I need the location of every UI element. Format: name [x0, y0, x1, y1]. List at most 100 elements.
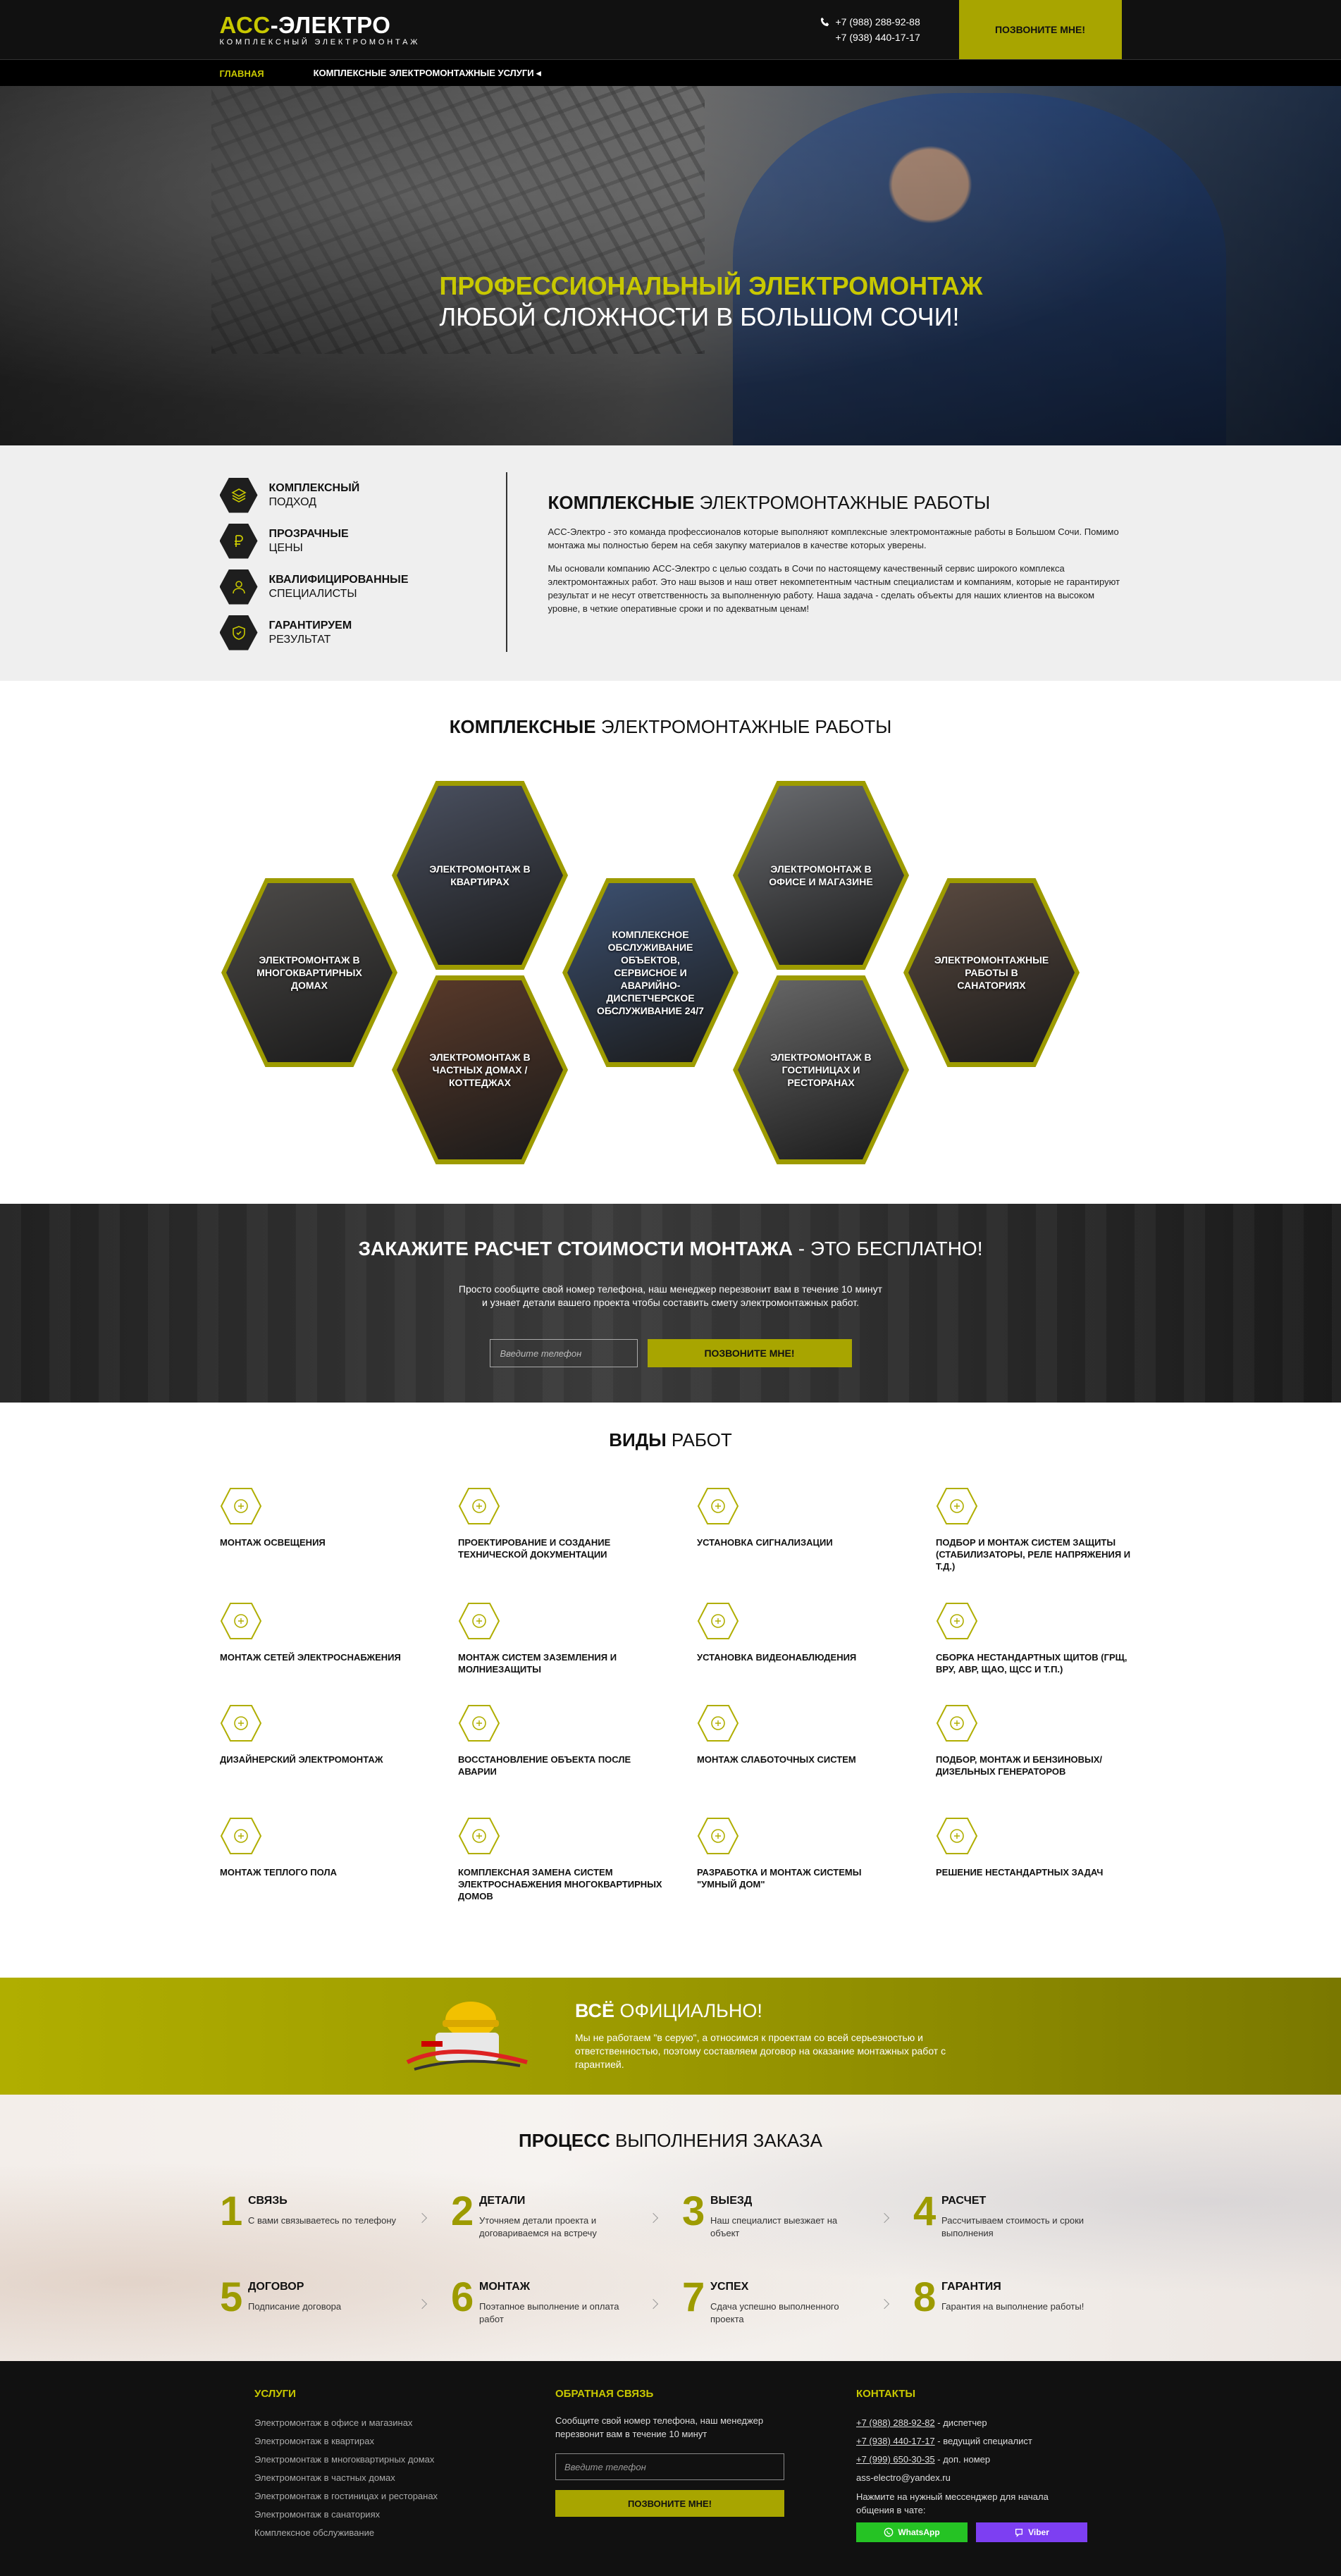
footer-services: УСЛУГИ Электромонтаж в офисе и магазинах…: [254, 2388, 487, 2542]
step-title: СВЯЗЬ: [248, 2195, 288, 2207]
section-title-bold: ВИДЫ: [609, 1429, 667, 1450]
header-phone-1[interactable]: +7 (988) 288-92-88: [836, 14, 920, 30]
feature-title: КВАЛИФИЦИРОВАННЫЕ: [268, 573, 409, 586]
antenna-icon: [697, 1487, 739, 1525]
about-title-bold: КОМПЛЕКСНЫЕ: [548, 492, 695, 513]
service-item: КОМПЛЕКСНАЯ ЗАМЕНА СИСТЕМ ЭЛЕКТРОСНАБЖЕН…: [458, 1817, 662, 1902]
hex-card[interactable]: ЭЛЕКТРОМОНТАЖНЫЕ РАБОТЫ В САНАТОРИЯХ: [903, 878, 1080, 1067]
service-item: ПРОЕКТИРОВАНИЕ И СОЗДАНИЕ ТЕХНИЧЕСКОЙ ДО…: [458, 1487, 662, 1560]
refresh-icon: [458, 1704, 500, 1742]
contact-phone-link[interactable]: +7 (988) 288-92-82: [856, 2417, 935, 2428]
service-label: ДИЗАЙНЕРСКИЙ ЭЛЕКТРОМОНТАЖ: [220, 1754, 383, 1765]
phone-input[interactable]: [489, 1339, 638, 1367]
hex-card-image: ЭЛЕКТРОМОНТАЖНЫЕ РАБОТЫ В САНАТОРИЯХ: [908, 883, 1075, 1062]
hex-card-image: ЭЛЕКТРОМОНТАЖ В ОФИСЕ И МАГАЗИНЕ: [738, 786, 904, 965]
footer-contacts: КОНТАКТЫ +7 (988) 288-92-82 - диспетчер …: [856, 2388, 1089, 2542]
step-number: 7: [682, 2274, 705, 2320]
section-title: КОМПЛЕКСНЫЕ ЭЛЕКТРОМОНТАЖНЫЕ РАБОТЫ: [0, 716, 1341, 738]
footer-service-link[interactable]: Электромонтаж в многоквартирных домах: [254, 2451, 487, 2469]
contact-phone-link[interactable]: +7 (999) 650-30-35: [856, 2454, 935, 2465]
step-number: 2: [451, 2188, 474, 2234]
logo-title: АСС-ЭЛЕКТРО: [220, 13, 421, 38]
tree-icon: [936, 1817, 978, 1855]
footer-phone-input[interactable]: [555, 2453, 784, 2480]
hex-card[interactable]: ЭЛЕКТРОМОНТАЖ В МНОГОКВАРТИРНЫХ ДОМАХ: [221, 878, 397, 1067]
service-item: ПОДБОР И МОНТАЖ СИСТЕМ ЗАЩИТЫ (СТАБИЛИЗА…: [936, 1487, 1140, 1572]
tower-icon: [936, 1487, 978, 1525]
service-label: ПРОЕКТИРОВАНИЕ И СОЗДАНИЕ ТЕХНИЧЕСКОЙ ДО…: [458, 1537, 611, 1560]
service-item: РАЗРАБОТКА И МОНТАЖ СИСТЕМЫ "УМНЫЙ ДОМ": [697, 1817, 901, 1890]
order-title-rest: - ЭТО БЕСПЛАТНО!: [792, 1238, 983, 1259]
step-number: 4: [913, 2188, 937, 2234]
top-header: АСС-ЭЛЕКТРО КОМПЛЕКСНЫЙ ЭЛЕКТРОМОНТАЖ +7…: [0, 0, 1341, 59]
contact-email[interactable]: ass-electro@yandex.ru: [856, 2469, 1089, 2487]
hex-card[interactable]: ЭЛЕКТРОМОНТАЖ В КВАРТИРАХ: [392, 781, 568, 970]
bulb-icon: [220, 1487, 262, 1525]
nav-item-services[interactable]: КОМПЛЕКСНЫЕ ЭЛЕКТРОМОНТАЖНЫЕ УСЛУГИ ◂: [314, 68, 541, 79]
hex-card-label: ЭЛЕКТРОМОНТАЖ В МНОГОКВАРТИРНЫХ ДОМАХ: [257, 954, 362, 991]
service-label: КОМПЛЕКСНАЯ ЗАМЕНА СИСТЕМ ЭЛЕКТРОСНАБЖЕН…: [458, 1867, 662, 1902]
viber-label: Viber: [1028, 2527, 1049, 2537]
step-description: Поэтапное выполнение и оплата работ: [479, 2301, 619, 2324]
ruble-icon: [219, 523, 258, 559]
step-description: Наш специалист выезжает на объект: [710, 2215, 838, 2238]
hex-card[interactable]: ЭЛЕКТРОМОНТАЖ В ГОСТИНИЦАХ И РЕСТОРАНАХ: [733, 975, 909, 1164]
footer-service-link[interactable]: Электромонтаж в санаториях: [254, 2506, 487, 2524]
whatsapp-button[interactable]: WhatsApp: [856, 2522, 968, 2542]
service-item: ВОССТАНОВЛЕНИЕ ОБЪЕКТА ПОСЛЕ АВАРИИ: [458, 1704, 662, 1777]
about-section: КОМПЛЕКСНЫЙ ПОДХОД ПРОЗРАЧНЫЕ ЦЕНЫ КВАЛИФИ…: [0, 445, 1341, 681]
footer-service-link[interactable]: Электромонтаж в квартирах: [254, 2432, 487, 2451]
feature-title: КОМПЛЕКСНЫЙ: [268, 481, 360, 494]
contact-phone-link[interactable]: +7 (938) 440-17-17: [856, 2436, 935, 2446]
step-description: Сдача успешно выполненного проекта: [710, 2301, 839, 2324]
footer-feedback: ОБРАТНАЯ СВЯЗЬ Сообщите свой номер телеф…: [555, 2388, 788, 2517]
hex-card-image: ЭЛЕКТРОМОНТАЖ В КВАРТИРАХ: [397, 786, 563, 965]
hex-card-label: ЭЛЕКТРОМОНТАЖНЫЕ РАБОТЫ В САНАТОРИЯХ: [934, 954, 1049, 991]
feature-title: ГАРАНТИРУЕМ: [268, 619, 352, 631]
section-title: ВИДЫ РАБОТ: [0, 1429, 1341, 1451]
service-label: СБОРКА НЕСТАНДАРТНЫХ ЩИТОВ (ГРЩ, ВРУ, АВ…: [936, 1652, 1127, 1675]
viber-button[interactable]: Viber: [976, 2522, 1087, 2542]
hex-card[interactable]: ЭЛЕКТРОМОНТАЖ В ОФИСЕ И МАГАЗИНЕ: [733, 781, 909, 970]
service-label: ВОССТАНОВЛЕНИЕ ОБЪЕКТА ПОСЛЕ АВАРИИ: [458, 1754, 631, 1777]
step-number: 6: [451, 2274, 474, 2320]
step-title: МОНТАЖ: [479, 2281, 531, 2293]
process-step: 8 ГАРАНТИЯ Гарантия на выполнение работы!: [913, 2276, 1118, 2330]
official-title-rest: ОФИЦИАЛЬНО!: [614, 2000, 762, 2021]
service-item: МОНТАЖ СЛАБОТОЧНЫХ СИСТЕМ: [697, 1704, 901, 1765]
footer-service-link[interactable]: Электромонтаж в частных домах: [254, 2469, 487, 2487]
order-form: ПОЗВОНИТЕ МНЕ!: [0, 1339, 1341, 1367]
nav-item-home[interactable]: ГЛАВНАЯ: [220, 68, 264, 79]
hex-card-image: КОМПЛЕКСНОЕ ОБСЛУЖИВАНИЕ ОБЪЕКТОВ, СЕРВИ…: [567, 883, 734, 1062]
footer-service-link[interactable]: Электромонтаж в гостиницах и ресторанах: [254, 2487, 487, 2506]
order-call-button[interactable]: ПОЗВОНИТЕ МНЕ!: [647, 1339, 852, 1367]
section-title-bold: ПРОЦЕСС: [519, 2130, 610, 2151]
service-label: УСТАНОВКА ВИДЕОНАБЛЮДЕНИЯ: [697, 1652, 857, 1663]
pylon-icon: [697, 1704, 739, 1742]
feature-item: ПРОЗРАЧНЫЕ ЦЕНЫ: [219, 518, 409, 564]
hex-card[interactable]: КОМПЛЕКСНОЕ ОБСЛУЖИВАНИЕ ОБЪЕКТОВ, СЕРВИ…: [562, 878, 739, 1067]
call-me-button[interactable]: ПОЗВОНИТЕ МНЕ!: [958, 0, 1122, 59]
shield-icon: [219, 615, 258, 651]
worker-icon: [219, 569, 258, 605]
footer-services-list: Электромонтаж в офисе и магазинах Электро…: [254, 2414, 487, 2542]
service-label: МОНТАЖ ОСВЕЩЕНИЯ: [220, 1537, 326, 1548]
step-number: 5: [220, 2274, 243, 2320]
feature-item: КВАЛИФИЦИРОВАННЫЕ СПЕЦИАЛИСТЫ: [219, 564, 409, 610]
footer-call-button[interactable]: ПОЗВОНИТЕ МНЕ!: [555, 2490, 784, 2517]
header-phone-2[interactable]: +7 (938) 440-17-17: [836, 30, 920, 45]
about-paragraph-1: АСС-Электро - это команда профессионалов…: [548, 526, 1119, 550]
feature-subtitle: РЕЗУЛЬТАТ: [268, 633, 331, 646]
hex-card-label: ЭЛЕКТРОМОНТАЖ В ГОСТИНИЦАХ И РЕСТОРАНАХ: [770, 1052, 872, 1088]
about-title: КОМПЛЕКСНЫЕ ЭЛЕКТРОМОНТАЖНЫЕ РАБОТЫ: [548, 492, 1122, 514]
tools-illustration: [406, 2002, 528, 2071]
footer: УСЛУГИ Электромонтаж в офисе и магазинах…: [0, 2361, 1341, 2576]
step-description: Подписание договора: [248, 2301, 342, 2312]
logo[interactable]: АСС-ЭЛЕКТРО КОМПЛЕКСНЫЙ ЭЛЕКТРОМОНТАЖ: [220, 13, 421, 47]
hex-card[interactable]: ЭЛЕКТРОМОНТАЖ В ЧАСТНЫХ ДОМАХ / КОТТЕДЖА…: [392, 975, 568, 1164]
official-title-bold: ВСЁ: [575, 2000, 615, 2021]
logo-subtitle: КОМПЛЕКСНЫЙ ЭЛЕКТРОМОНТАЖ: [219, 38, 421, 47]
process-step: 2 ДЕТАЛИ Уточняем детали проекта и договар…: [451, 2190, 659, 2244]
footer-service-link[interactable]: Электромонтаж в офисе и магазинах: [254, 2414, 487, 2432]
footer-service-link[interactable]: Комплексное обслуживание: [254, 2524, 487, 2542]
